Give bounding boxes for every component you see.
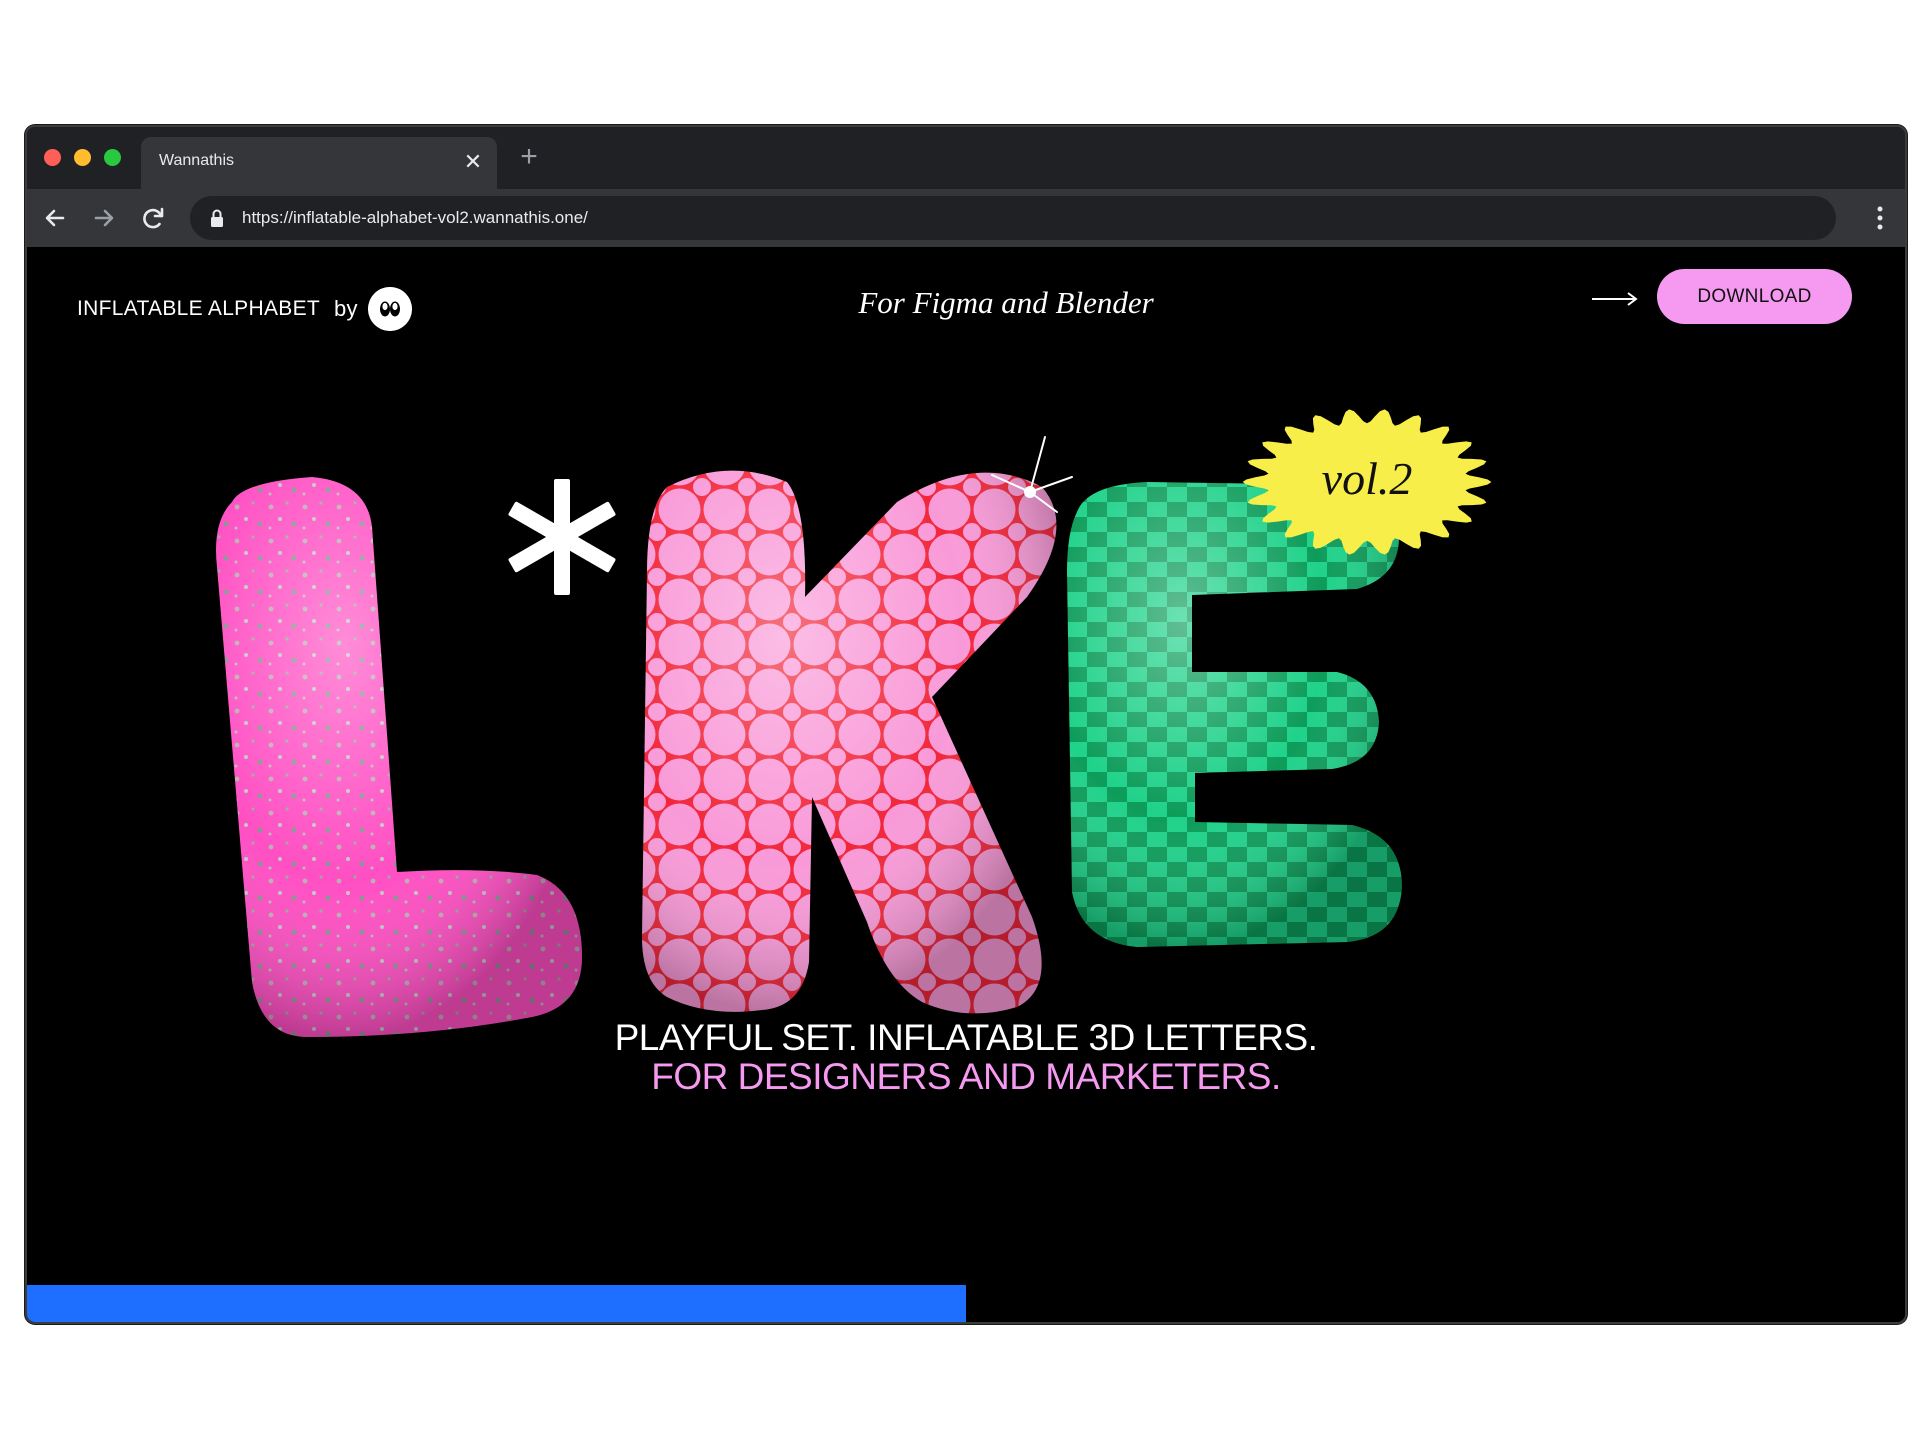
maximize-window-button[interactable] — [104, 149, 121, 166]
minimize-window-button[interactable] — [74, 149, 91, 166]
close-icon[interactable]: ✕ — [461, 150, 485, 174]
progress-bar — [27, 1285, 1905, 1322]
tab-title: Wannathis — [159, 152, 234, 169]
arrow-right-icon — [1592, 292, 1638, 306]
browser-toolbar: https://inflatable-alphabet-vol2.wannath… — [27, 189, 1905, 247]
url-text[interactable]: https://inflatable-alphabet-vol2.wannath… — [242, 208, 588, 228]
forward-arrow-icon[interactable] — [88, 202, 120, 234]
headline-line-1: PLAYFUL SET. INFLATABLE 3D LETTERS. — [614, 1017, 1318, 1058]
close-window-button[interactable] — [44, 149, 61, 166]
tab-bar: Wannathis ✕ + — [27, 127, 1905, 189]
badge-text: vol.2 — [1322, 453, 1413, 504]
address-bar[interactable]: https://inflatable-alphabet-vol2.wannath… — [190, 196, 1836, 240]
lock-icon — [211, 209, 223, 227]
headline-line-2: FOR DESIGNERS AND MARKETERS. — [651, 1056, 1281, 1097]
asterisk-glyph — [508, 479, 616, 595]
plus-icon[interactable]: + — [514, 142, 544, 172]
download-button[interactable]: DOWNLOAD — [1657, 269, 1852, 324]
more-vertical-icon[interactable] — [1875, 204, 1885, 232]
browser-tab[interactable]: Wannathis ✕ — [141, 137, 497, 189]
browser-window: Wannathis ✕ + https://inflatable-alphabe… — [25, 125, 1907, 1324]
reload-icon[interactable] — [137, 202, 169, 234]
letter-k — [642, 470, 1057, 1014]
back-arrow-icon[interactable] — [39, 202, 71, 234]
web-page: INFLATABLE ALPHABET by For Figma and Ble… — [27, 247, 1905, 1322]
progress-fill — [27, 1285, 966, 1322]
